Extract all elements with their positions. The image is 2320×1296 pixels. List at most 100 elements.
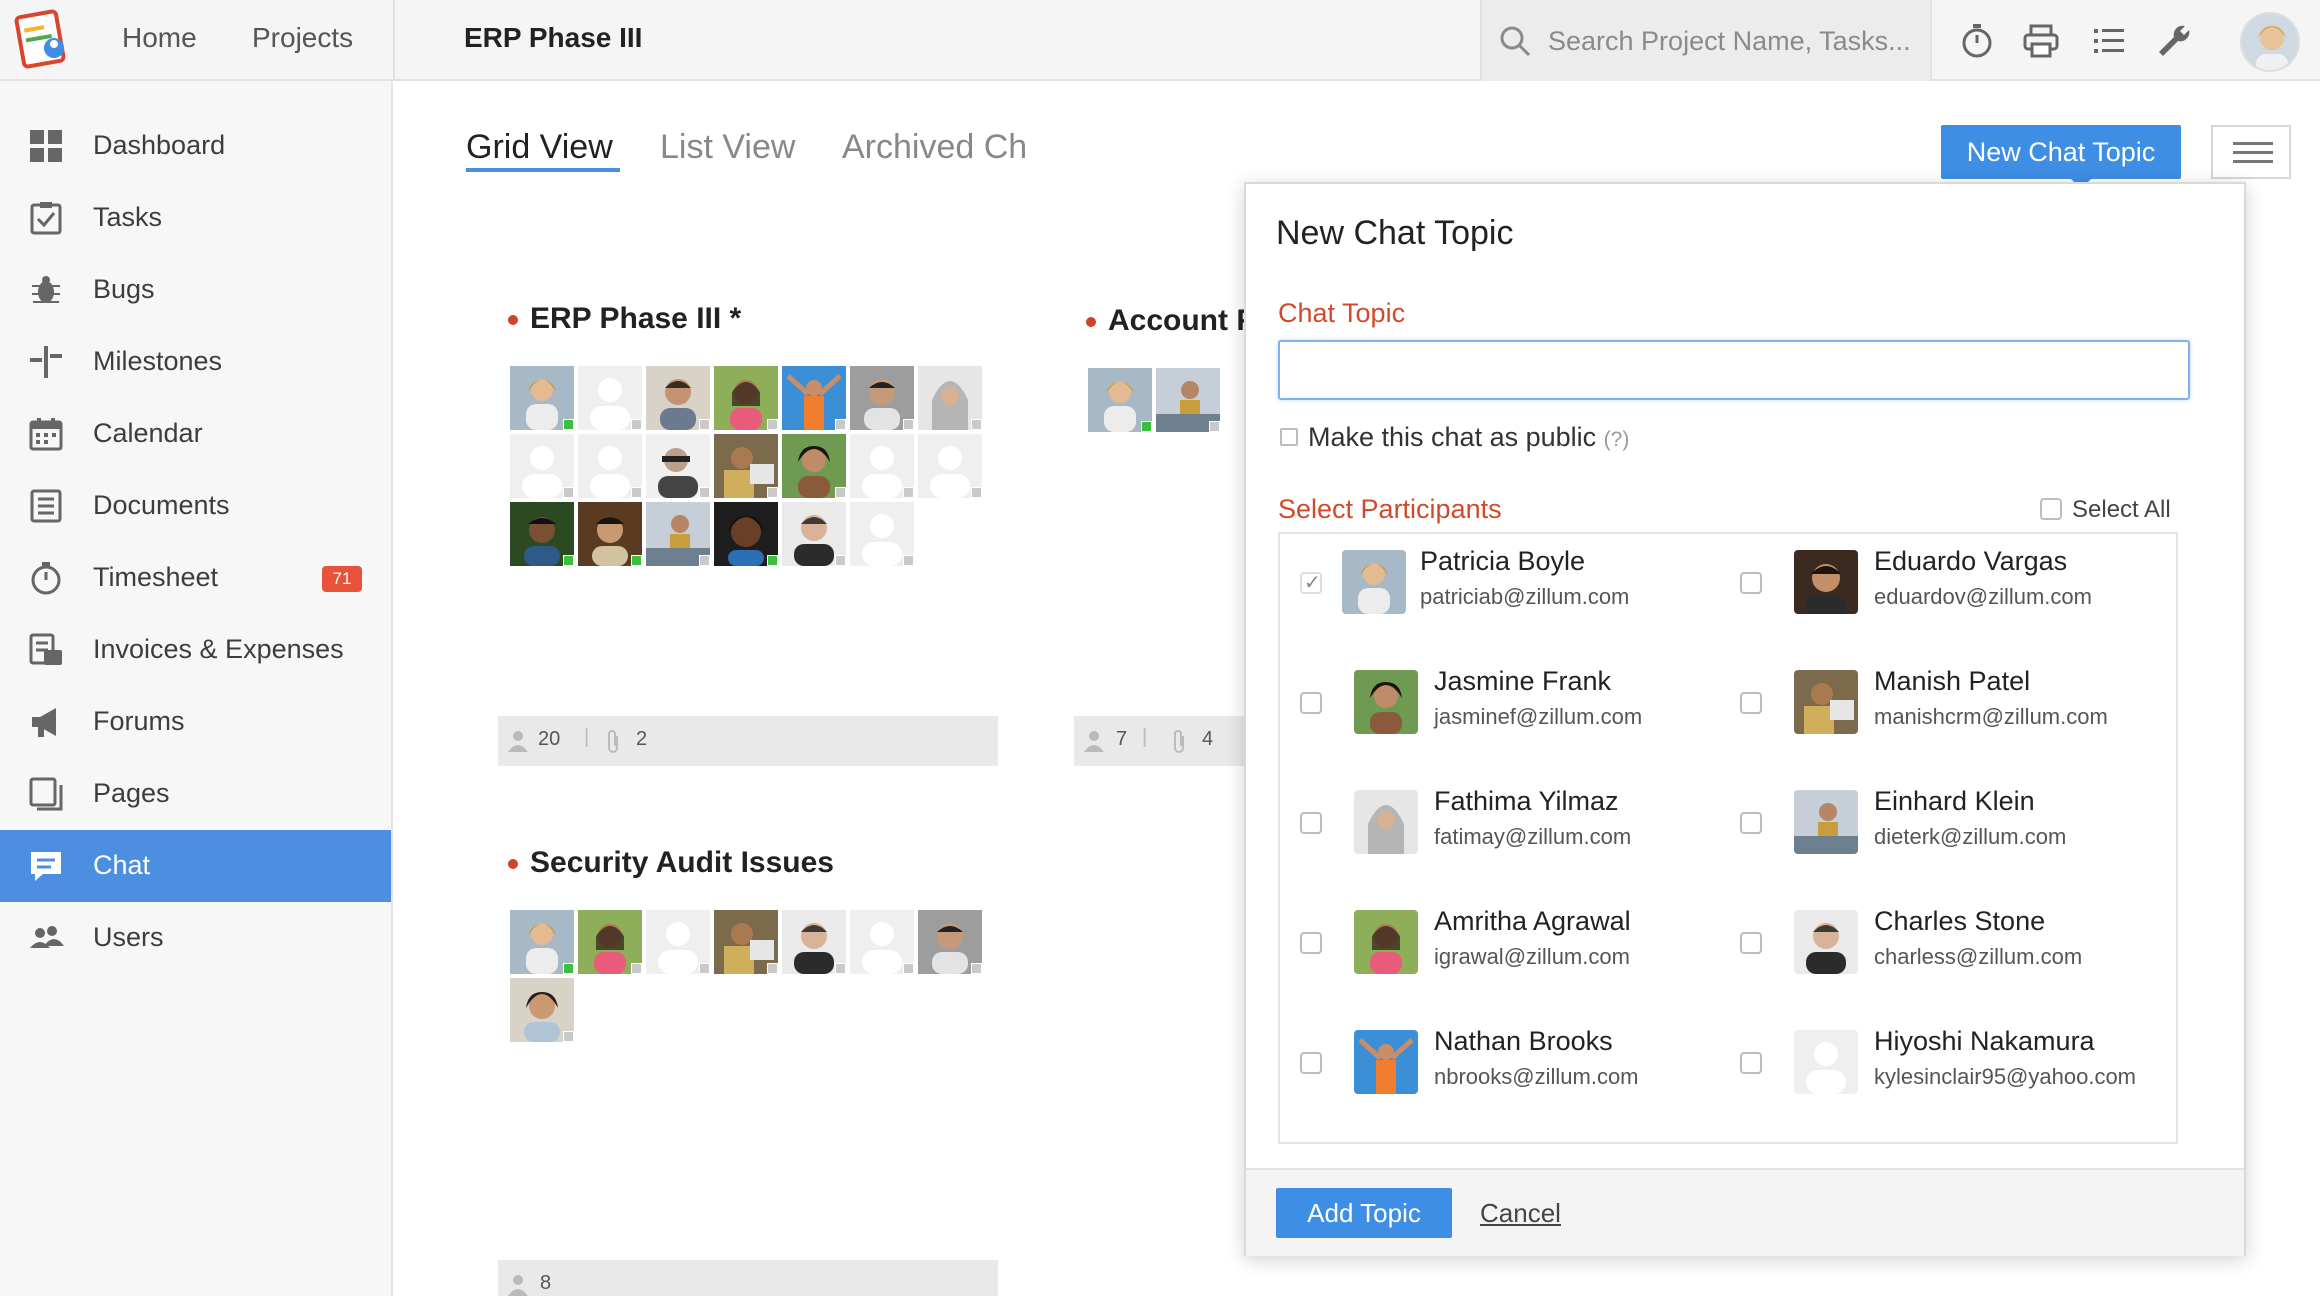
member-avatar[interactable] xyxy=(510,502,574,566)
list-icon[interactable] xyxy=(2090,22,2128,60)
member-avatar[interactable] xyxy=(850,910,914,974)
select-all-checkbox[interactable] xyxy=(2040,498,2062,520)
chat-topic-input[interactable] xyxy=(1278,340,2190,400)
nav-projects-link[interactable]: Projects xyxy=(252,22,353,54)
participant-item[interactable]: Nathan Brooks nbrooks@zillum.com xyxy=(1280,1014,1720,1114)
member-avatar[interactable] xyxy=(578,502,642,566)
cancel-link[interactable]: Cancel xyxy=(1480,1198,1561,1229)
select-all-label: Select All xyxy=(2072,496,2171,523)
participant-checkbox[interactable] xyxy=(1300,570,1322,595)
participant-checkbox[interactable] xyxy=(1300,692,1322,714)
user-icon xyxy=(508,1275,528,1296)
member-avatar[interactable] xyxy=(1088,368,1152,432)
member-avatar[interactable] xyxy=(782,366,846,430)
chat-card-title[interactable]: Security Audit Issues xyxy=(508,846,834,880)
member-avatar[interactable] xyxy=(646,434,710,498)
participant-checkbox[interactable] xyxy=(1300,812,1322,834)
participant-name: Manish Patel xyxy=(1874,666,2031,696)
member-avatar[interactable] xyxy=(714,910,778,974)
sidebar-item-milestones[interactable]: Milestones xyxy=(0,326,391,398)
member-avatar[interactable] xyxy=(646,910,710,974)
sidebar-item-bugs[interactable]: Bugs xyxy=(0,254,391,326)
tab-grid-view[interactable]: Grid View xyxy=(466,128,613,167)
participant-checkbox[interactable] xyxy=(1740,572,1762,594)
sidebar-item-users[interactable]: Users xyxy=(0,902,391,974)
timer-icon[interactable] xyxy=(1958,22,1996,60)
participant-item[interactable]: Charles Stone charless@zillum.com xyxy=(1720,894,2160,994)
sidebar-item-tasks[interactable]: Tasks xyxy=(0,182,391,254)
chat-card-title[interactable]: ERP Phase III * xyxy=(508,302,741,336)
participant-checkbox[interactable] xyxy=(1300,932,1322,954)
member-avatar[interactable] xyxy=(510,434,574,498)
menu-button[interactable] xyxy=(2211,125,2291,179)
member-avatar[interactable] xyxy=(918,910,982,974)
new-chat-topic-button[interactable]: New Chat Topic xyxy=(1941,125,2181,189)
member-avatar[interactable] xyxy=(646,366,710,430)
member-avatar[interactable] xyxy=(782,910,846,974)
nav-home-link[interactable]: Home xyxy=(122,22,197,54)
member-avatar[interactable] xyxy=(510,978,574,1042)
sidebar-item-documents[interactable]: Documents xyxy=(0,470,391,542)
member-avatar[interactable] xyxy=(510,910,574,974)
member-avatar[interactable] xyxy=(918,366,982,430)
member-avatar[interactable] xyxy=(578,910,642,974)
sidebar-item-invoices[interactable]: Invoices & Expenses xyxy=(0,614,391,686)
member-avatar[interactable] xyxy=(1156,368,1220,432)
member-avatar[interactable] xyxy=(850,366,914,430)
member-avatar[interactable] xyxy=(918,434,982,498)
project-title[interactable]: ERP Phase III xyxy=(464,22,642,54)
tab-archived-chats[interactable]: Archived Ch xyxy=(842,128,1027,167)
participant-item[interactable]: Manish Patel manishcrm@zillum.com xyxy=(1720,654,2160,754)
user-icon xyxy=(1084,731,1104,752)
search-placeholder[interactable]: Search Project Name, Tasks... xyxy=(1548,26,1911,57)
print-icon[interactable] xyxy=(2022,22,2060,60)
attachment-count: 2 xyxy=(636,728,648,750)
sidebar-item-pages[interactable]: Pages xyxy=(0,758,391,830)
sidebar-item-label: Pages xyxy=(93,778,170,808)
public-checkbox[interactable] xyxy=(1280,428,1298,446)
search-icon xyxy=(1500,26,1531,57)
participant-item[interactable]: Einhard Klein dieterk@zillum.com xyxy=(1720,774,2160,874)
avatar xyxy=(1794,550,1858,614)
participant-checkbox[interactable] xyxy=(1740,692,1762,714)
sidebar-item-timesheet[interactable]: Timesheet 71 xyxy=(0,542,391,614)
participant-item[interactable]: Jasmine Frank jasminef@zillum.com xyxy=(1280,654,1720,754)
milestone-icon xyxy=(30,346,62,378)
member-avatar[interactable] xyxy=(714,366,778,430)
member-avatar[interactable] xyxy=(578,434,642,498)
add-topic-button[interactable]: Add Topic xyxy=(1276,1188,1452,1238)
member-avatar[interactable] xyxy=(782,502,846,566)
divider: | xyxy=(1142,726,1148,748)
member-avatar-grid xyxy=(510,366,986,572)
participant-item[interactable]: Amritha Agrawal igrawal@zillum.com xyxy=(1280,894,1720,994)
help-icon[interactable]: (?) xyxy=(1604,428,1630,451)
search-box[interactable]: Search Project Name, Tasks... xyxy=(1480,0,1932,81)
sidebar-item-calendar[interactable]: Calendar xyxy=(0,398,391,470)
participant-checkbox[interactable] xyxy=(1300,1052,1322,1074)
participant-checkbox[interactable] xyxy=(1740,932,1762,954)
member-avatar[interactable] xyxy=(850,434,914,498)
attachment-count: 4 xyxy=(1202,728,1214,750)
member-avatar[interactable] xyxy=(714,434,778,498)
participant-item[interactable]: Patricia Boyle patriciab@zillum.com xyxy=(1280,534,1720,634)
user-avatar[interactable] xyxy=(2240,12,2300,72)
member-avatar[interactable] xyxy=(578,366,642,430)
member-avatar[interactable] xyxy=(850,502,914,566)
sidebar-item-dashboard[interactable]: Dashboard xyxy=(0,110,391,182)
participant-checkbox[interactable] xyxy=(1740,1052,1762,1074)
member-avatar[interactable] xyxy=(782,434,846,498)
member-avatar[interactable] xyxy=(510,366,574,430)
avatar xyxy=(1354,670,1418,734)
tab-list-view[interactable]: List View xyxy=(660,128,795,167)
sidebar-item-forums[interactable]: Forums xyxy=(0,686,391,758)
participant-item[interactable]: Hiyoshi Nakamura kylesinclair95@yahoo.co… xyxy=(1720,1014,2160,1114)
chat-card-title[interactable]: Account F xyxy=(1086,304,1255,338)
sidebar-item-chat[interactable]: Chat xyxy=(0,830,391,902)
participant-checkbox[interactable] xyxy=(1740,812,1762,834)
participant-item[interactable]: Fathima Yilmaz fatimay@zillum.com xyxy=(1280,774,1720,874)
wrench-icon[interactable] xyxy=(2155,22,2193,60)
app-logo-icon[interactable] xyxy=(12,8,76,72)
member-avatar[interactable] xyxy=(714,502,778,566)
member-avatar[interactable] xyxy=(646,502,710,566)
participant-item[interactable]: Eduardo Vargas eduardov@zillum.com xyxy=(1720,534,2160,634)
